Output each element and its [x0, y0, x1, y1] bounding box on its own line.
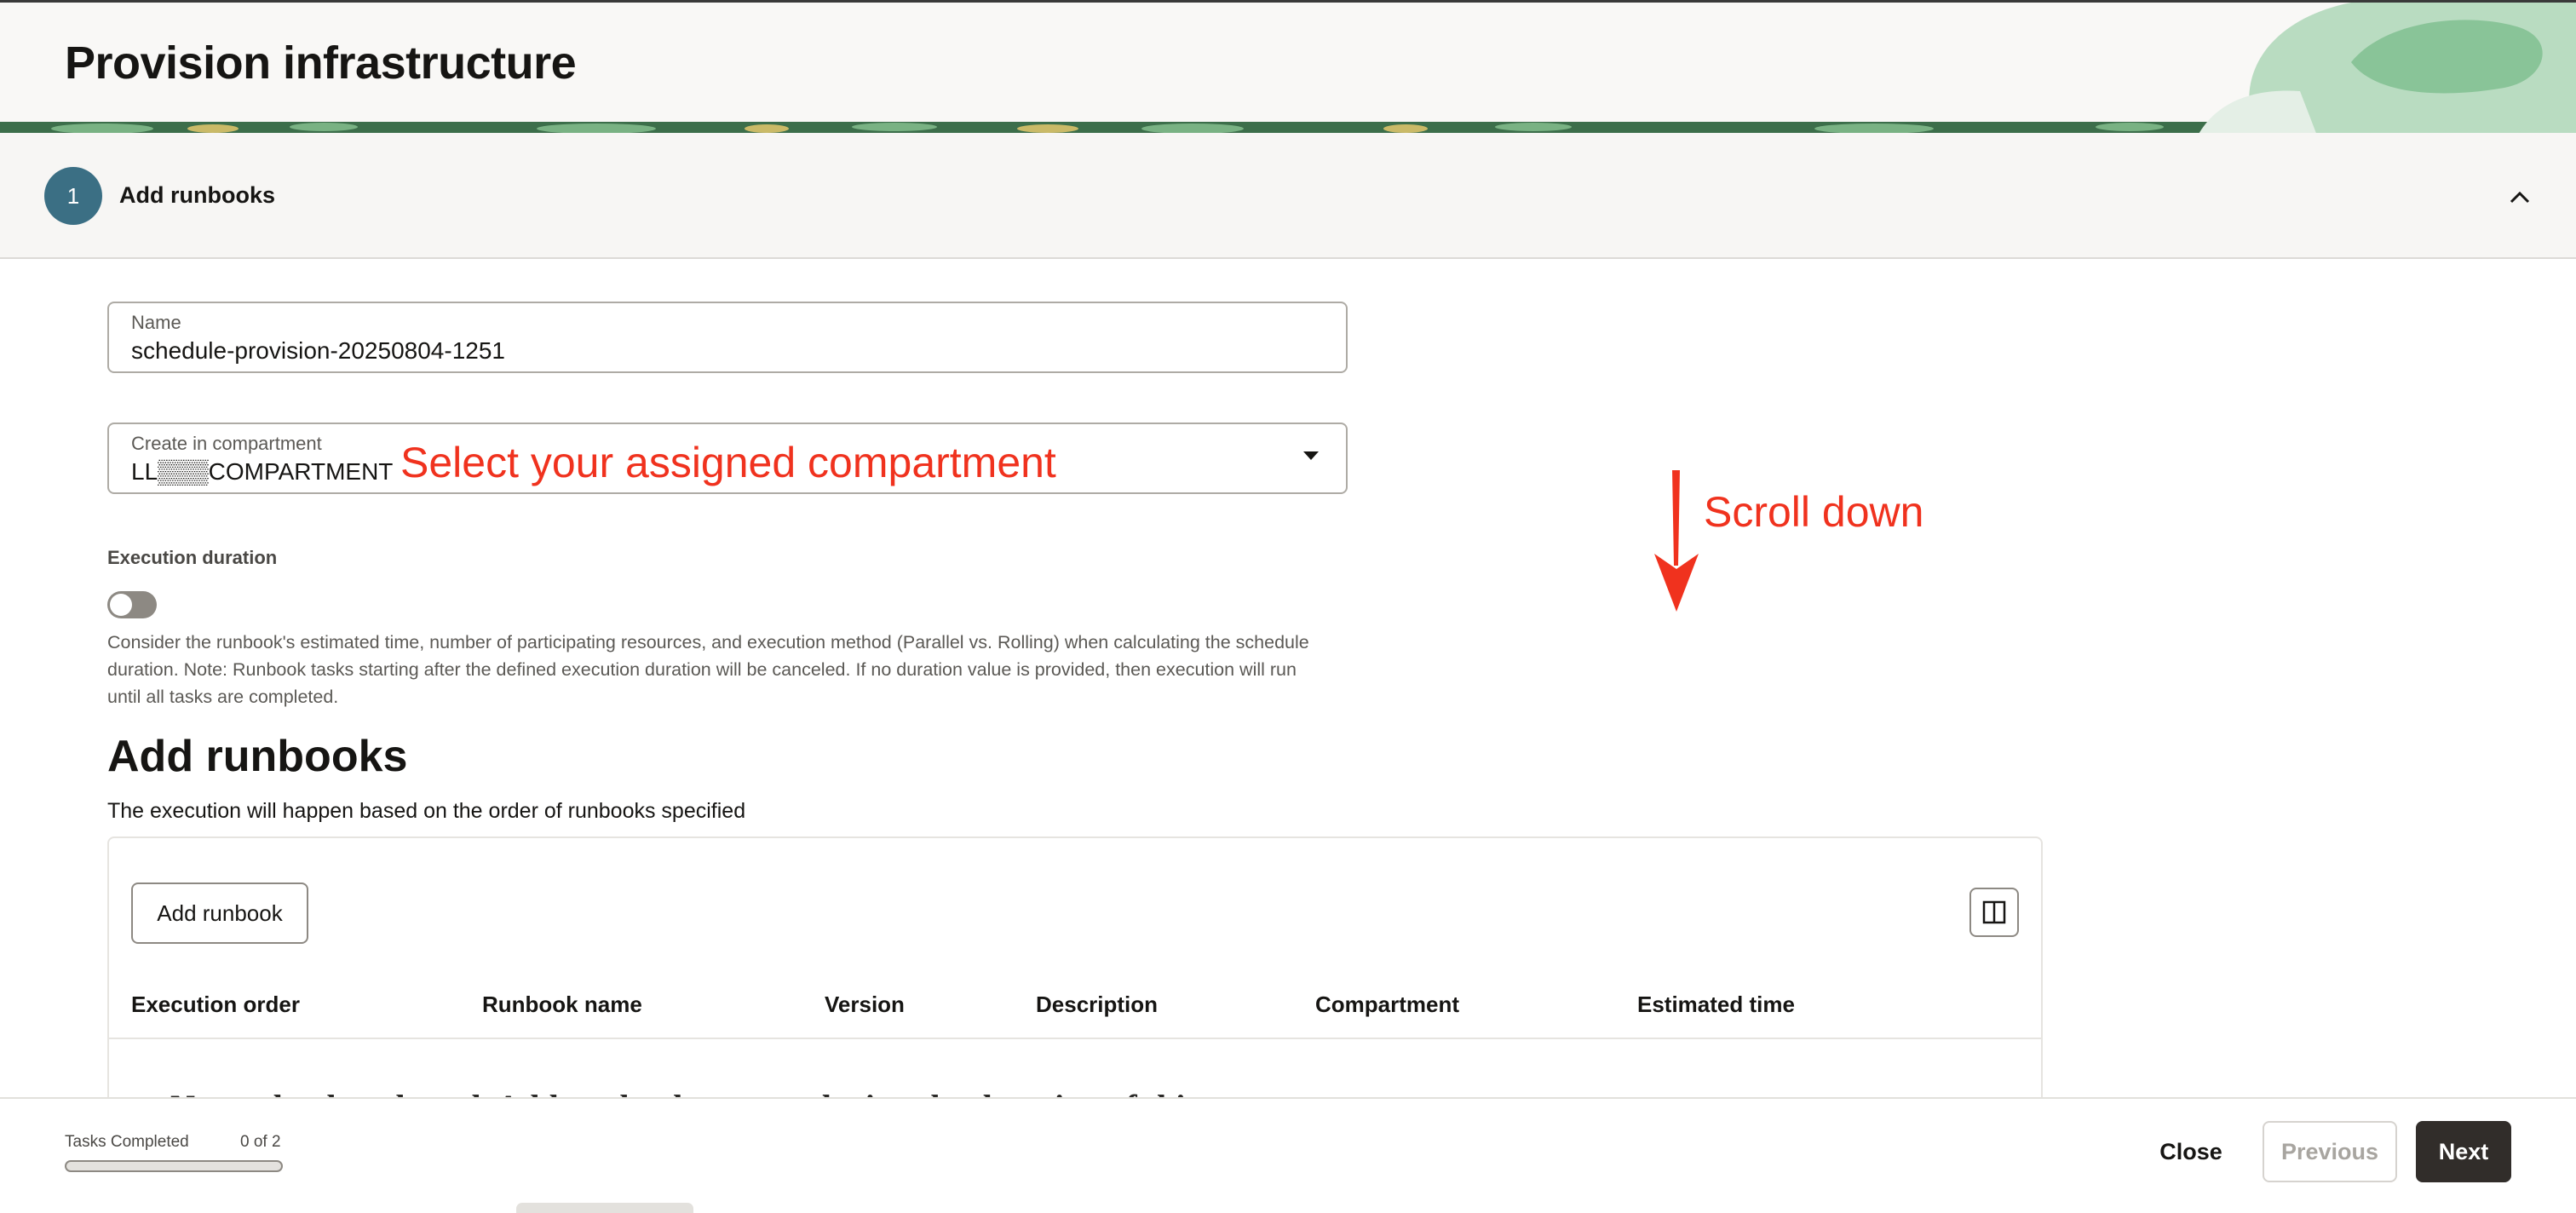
column-header-runbook-name[interactable]: Runbook name: [482, 992, 642, 1018]
name-field-value[interactable]: schedule-provision-20250804-1251: [131, 337, 505, 365]
close-button[interactable]: Close: [2142, 1121, 2240, 1182]
chevron-up-icon[interactable]: [2504, 182, 2535, 213]
compartment-select-value[interactable]: LL▒▒▒COMPARTMENT: [131, 458, 393, 486]
execution-duration-toggle[interactable]: [107, 591, 157, 618]
column-header-version[interactable]: Version: [825, 992, 905, 1018]
name-field-label: Name: [131, 312, 181, 333]
add-runbook-button[interactable]: Add runbook: [131, 882, 308, 944]
scroll-down-arrow-icon: [1654, 470, 1699, 612]
column-header-description[interactable]: Description: [1036, 992, 1158, 1018]
next-button[interactable]: Next: [2416, 1121, 2511, 1182]
step-number-badge: 1: [44, 167, 102, 225]
runbooks-section-title: Add runbooks: [107, 732, 408, 781]
page-header: Provision infrastructure: [0, 0, 2576, 133]
wizard-footer: Tasks Completed 0 of 2 Close Previous Ne…: [0, 1097, 2576, 1213]
table-header-divider: [109, 1038, 2041, 1039]
column-header-execution-order[interactable]: Execution order: [131, 992, 300, 1018]
scroll-down-annotation: Scroll down: [1704, 488, 1924, 536]
column-header-compartment[interactable]: Compartment: [1315, 992, 1459, 1018]
runbooks-section-subtitle: The execution will happen based on the o…: [107, 799, 746, 823]
compartment-select-label: Create in compartment: [131, 433, 322, 454]
step-runbooks-header[interactable]: 1 Add runbooks: [0, 133, 2576, 259]
dropdown-arrow-icon[interactable]: [1303, 451, 1319, 460]
name-field[interactable]: Name schedule-provision-20250804-1251: [107, 302, 1348, 373]
column-header-estimated-time[interactable]: Estimated time: [1637, 992, 1795, 1018]
column-toggle-icon: [1982, 900, 2006, 924]
step-title: Add runbooks: [119, 182, 275, 208]
column-toggle-button[interactable]: [1969, 888, 2019, 937]
page-title: Provision infrastructure: [65, 37, 577, 89]
compartment-annotation: Select your assigned compartment: [400, 439, 1056, 486]
toggle-knob: [110, 594, 132, 616]
horizontal-scrollbar-thumb[interactable]: [516, 1203, 693, 1213]
tasks-completed-label: Tasks Completed: [65, 1133, 189, 1151]
tasks-completed-count: 0 of 2: [240, 1133, 281, 1151]
execution-duration-help: Consider the runbook's estimated time, n…: [107, 632, 1309, 707]
execution-duration-label: Execution duration: [107, 547, 278, 568]
tasks-progress-bar: [65, 1160, 283, 1172]
previous-button[interactable]: Previous: [2263, 1121, 2397, 1182]
